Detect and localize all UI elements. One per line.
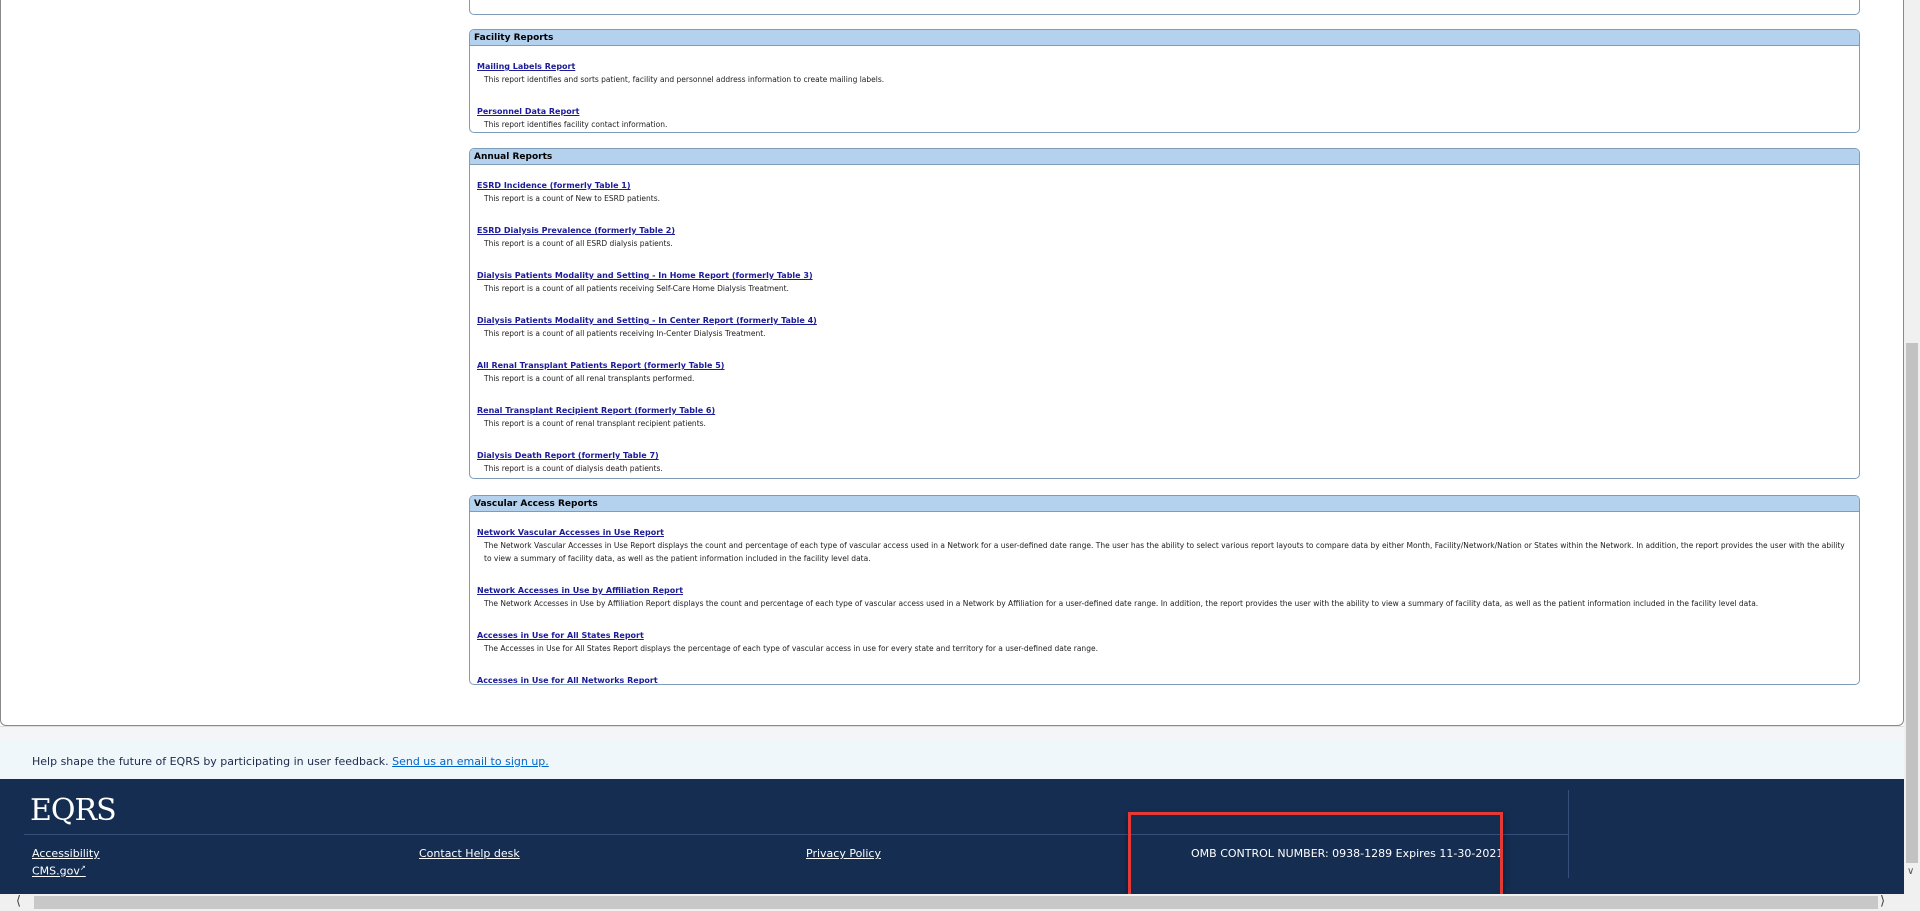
highlight-box bbox=[1128, 812, 1503, 899]
report-link[interactable]: Dialysis Death Report (formerly Table 7) bbox=[477, 450, 659, 462]
vertical-scrollbar[interactable]: ∨ bbox=[1904, 0, 1920, 894]
horizontal-scroll-thumb[interactable] bbox=[34, 896, 1878, 909]
external-link-icon: ↗ bbox=[79, 864, 86, 872]
horizontal-scrollbar[interactable]: ⟨ ⟩ bbox=[0, 894, 1920, 911]
report-item: Dialysis Death Report (formerly Table 7)… bbox=[477, 443, 1852, 475]
feedback-signup-link[interactable]: Send us an email to sign up. bbox=[392, 755, 549, 768]
report-link[interactable]: Mailing Labels Report bbox=[477, 61, 575, 73]
scroll-left-icon[interactable]: ⟨ bbox=[16, 894, 21, 909]
report-link[interactable]: Accesses in Use for All States Report bbox=[477, 630, 644, 642]
report-description: The Network Accesses in Use by Affiliati… bbox=[484, 599, 1759, 608]
report-item: Mailing Labels Report This report identif… bbox=[477, 54, 1852, 86]
report-item: Dialysis Patients Modality and Setting -… bbox=[477, 263, 1852, 295]
report-description: This report is a count of all ESRD dialy… bbox=[484, 239, 673, 248]
report-item: Accesses in Use for All Networks ReportT… bbox=[477, 668, 1852, 684]
report-description: This report is a count of all patients r… bbox=[484, 284, 789, 293]
scroll-right-icon[interactable]: ⟩ bbox=[1880, 894, 1885, 909]
section-title: Annual Reports bbox=[470, 149, 1859, 165]
report-item: All Renal Transplant Patients Report (fo… bbox=[477, 353, 1852, 385]
privacy-policy-link[interactable]: Privacy Policy bbox=[806, 847, 881, 860]
eqrs-logo[interactable]: EQRS bbox=[30, 793, 117, 828]
report-link[interactable]: Accesses in Use for All Networks Report bbox=[477, 675, 658, 684]
report-description: This report is a count of all patients r… bbox=[484, 329, 766, 338]
cms-gov-link[interactable]: CMS.gov↗ bbox=[32, 864, 86, 878]
report-item: Personnel Data Report This report identif… bbox=[477, 99, 1852, 131]
report-item: ESRD Dialysis Prevalence (formerly Table… bbox=[477, 218, 1852, 250]
report-description: The Network Vascular Accesses in Use Rep… bbox=[484, 541, 1845, 563]
report-link[interactable]: Renal Transplant Recipient Report (forme… bbox=[477, 405, 715, 417]
spacer bbox=[0, 726, 1904, 741]
report-description: This report is a count of New to ESRD pa… bbox=[484, 194, 661, 203]
contact-help-desk-link[interactable]: Contact Help desk bbox=[419, 847, 520, 860]
report-link[interactable]: Dialysis Patients Modality and Setting -… bbox=[477, 270, 813, 282]
footer-vertical-divider bbox=[1568, 790, 1569, 878]
report-link[interactable]: Network Vascular Accesses in Use Report bbox=[477, 527, 664, 539]
vascular-access-reports-section: Vascular Access Reports Network Vascular… bbox=[469, 495, 1860, 685]
report-link[interactable]: Network Accesses in Use by Affiliation R… bbox=[477, 585, 683, 597]
cms-gov-label: CMS.gov bbox=[32, 864, 80, 878]
report-description: This report identifies and sorts patient… bbox=[484, 75, 885, 84]
report-description: This report is a count of renal transpla… bbox=[484, 419, 706, 428]
report-item: ESRD Incidence (formerly Table 1) This re… bbox=[477, 173, 1852, 205]
report-link[interactable]: ESRD Dialysis Prevalence (formerly Table… bbox=[477, 225, 675, 237]
report-item: Dialysis Patients Modality and Setting -… bbox=[477, 308, 1852, 340]
facility-reports-section: Facility Reports Mailing Labels Report Th… bbox=[469, 29, 1860, 133]
report-description: This report is a count of all renal tran… bbox=[484, 374, 695, 383]
report-description: This report is a count of dialysis death… bbox=[484, 464, 663, 473]
previous-section-box bbox=[469, 0, 1860, 15]
report-item: Network Accesses in Use by Affiliation R… bbox=[477, 578, 1852, 610]
report-description: This report identifies facility contact … bbox=[484, 120, 668, 129]
feedback-text: Help shape the future of EQRS by partici… bbox=[32, 755, 389, 768]
section-title: Vascular Access Reports bbox=[470, 496, 1859, 512]
feedback-banner: Help shape the future of EQRS by partici… bbox=[0, 741, 1904, 779]
report-link[interactable]: Dialysis Patients Modality and Setting -… bbox=[477, 315, 817, 327]
report-item: Renal Transplant Recipient Report (forme… bbox=[477, 398, 1852, 430]
vertical-scroll-thumb[interactable] bbox=[1906, 343, 1918, 863]
report-link[interactable]: All Renal Transplant Patients Report (fo… bbox=[477, 360, 724, 372]
report-item: Accesses in Use for All States Report The… bbox=[477, 623, 1852, 655]
scroll-down-icon[interactable]: ∨ bbox=[1907, 866, 1914, 877]
section-title: Facility Reports bbox=[470, 30, 1859, 46]
footer: EQRS Accessibility CMS.gov↗ Contact Help… bbox=[0, 779, 1904, 894]
report-item: Network Vascular Accesses in Use Report T… bbox=[477, 520, 1852, 565]
report-link[interactable]: Personnel Data Report bbox=[477, 106, 579, 118]
annual-reports-section: Annual Reports ESRD Incidence (formerly … bbox=[469, 148, 1860, 479]
report-description: The Accesses in Use for All States Repor… bbox=[484, 644, 1098, 653]
report-link[interactable]: ESRD Incidence (formerly Table 1) bbox=[477, 180, 631, 192]
accessibility-link[interactable]: Accessibility bbox=[32, 847, 100, 860]
